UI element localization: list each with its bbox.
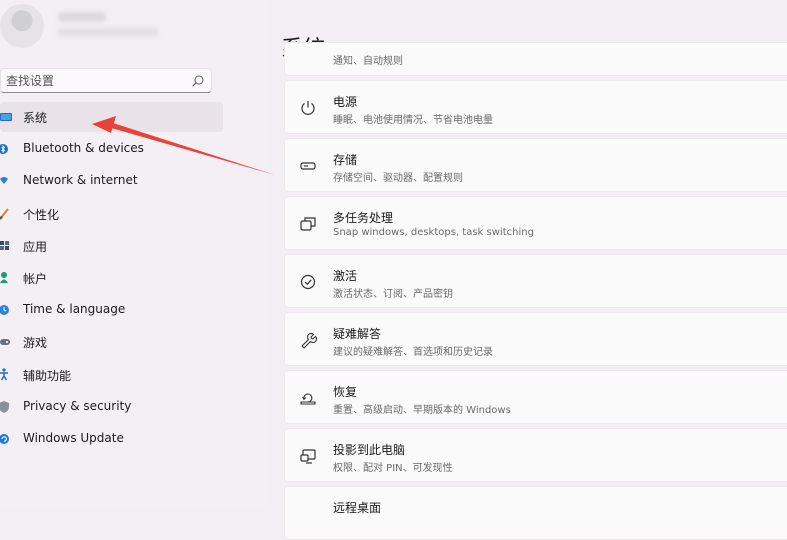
- card-subtitle: 建议的疑难解答、首选项和历史记录: [333, 347, 493, 358]
- sidebar-item-label: 辅助功能: [23, 368, 72, 383]
- card-title: 疑难解答: [333, 327, 382, 341]
- sidebar-item-label: Time & language: [23, 302, 126, 317]
- power-icon: [301, 101, 315, 115]
- card-title: 投影到此电脑: [333, 443, 406, 457]
- card-title: 电源: [333, 95, 358, 109]
- account-icon: [0, 271, 8, 283]
- navigation-pane: 系统 Bluetooth & devices Network & interne…: [0, 0, 268, 506]
- card-subtitle: 权限、配对 PIN、可发现性: [333, 463, 453, 474]
- search-icon[interactable]: [191, 74, 205, 88]
- sidebar-item-label: 个性化: [23, 207, 60, 222]
- sidebar-nav: 系统 Bluetooth & devices Network & interne…: [0, 102, 223, 456]
- card-subtitle: 通知、自动规则: [333, 56, 403, 67]
- apps-icon: [0, 240, 9, 250]
- sidebar-item-label: Windows Update: [23, 430, 124, 445]
- card-title: 远程桌面: [333, 501, 382, 515]
- brush-icon: [0, 207, 9, 220]
- avatar[interactable]: [0, 4, 44, 48]
- bluetooth-icon: [0, 144, 8, 155]
- sidebar-item-label: 帐户: [23, 271, 48, 286]
- sidebar-item-accounts[interactable]: 帐户: [0, 263, 223, 293]
- wifi-icon: [0, 177, 8, 185]
- projection-icon: [300, 449, 316, 464]
- search-box[interactable]: [0, 68, 212, 93]
- sidebar-item-network[interactable]: Network & internet: [0, 166, 223, 196]
- update-icon: [0, 433, 9, 444]
- settings-card-troubleshoot[interactable]: 疑难解答 建议的疑难解答、首选项和历史记录: [284, 312, 787, 366]
- sidebar-item-windows-update[interactable]: Windows Update: [0, 424, 223, 454]
- sidebar-item-label: Privacy & security: [23, 398, 132, 413]
- settings-card-storage[interactable]: 存储 存储空间、驱动器、配置规则: [284, 138, 787, 192]
- settings-card-recovery[interactable]: 恢复 重置、高级启动、早期版本的 Windows: [284, 370, 787, 424]
- user-name-blurred: [58, 12, 106, 22]
- sidebar-item-system[interactable]: 系统: [0, 102, 223, 132]
- settings-card-remote-desktop[interactable]: 远程桌面: [284, 486, 787, 540]
- sidebar-item-apps[interactable]: 应用: [0, 231, 223, 261]
- sidebar-item-label: 游戏: [23, 336, 48, 351]
- sidebar-item-label: 系统: [23, 111, 48, 125]
- card-subtitle: 重置、高级启动、早期版本的 Windows: [333, 405, 511, 416]
- card-title: 存储: [333, 153, 358, 167]
- card-title: 恢复: [333, 385, 358, 399]
- card-title: 激活: [333, 269, 358, 283]
- sidebar-item-label: Network & internet: [23, 173, 138, 188]
- sidebar-item-personalization[interactable]: 个性化: [0, 199, 223, 229]
- accessibility-icon: [0, 367, 8, 380]
- sidebar-item-label: Bluetooth & devices: [23, 141, 144, 156]
- sidebar-item-bluetooth[interactable]: Bluetooth & devices: [0, 134, 223, 164]
- activation-icon: [300, 274, 316, 290]
- settings-card-multitasking[interactable]: 多任务处理 Snap windows, desktops, task switc…: [284, 196, 787, 250]
- sidebar-item-accessibility[interactable]: 辅助功能: [0, 360, 223, 390]
- settings-card-activation[interactable]: 激活 激活状态、订阅、产品密钥: [284, 254, 787, 308]
- recovery-icon: [300, 393, 316, 405]
- settings-card-notifications[interactable]: 通知、自动规则: [284, 42, 787, 76]
- settings-card-power[interactable]: 电源 睡眠、电池使用情况、节省电池电量: [284, 80, 787, 134]
- wrench-icon: [301, 332, 317, 349]
- gamepad-icon: [0, 339, 10, 346]
- sidebar-item-gaming[interactable]: 游戏: [0, 327, 223, 357]
- sidebar-item-label: 应用: [23, 239, 48, 254]
- globe-clock-icon: [0, 305, 9, 316]
- storage-icon: [300, 162, 316, 170]
- card-subtitle: 存储空间、驱动器、配置规则: [333, 173, 463, 184]
- card-subtitle: 睡眠、电池使用情况、节省电池电量: [333, 115, 493, 126]
- settings-card-projection[interactable]: 投影到此电脑 权限、配对 PIN、可发现性: [284, 428, 787, 482]
- card-subtitle: 激活状态、订阅、产品密钥: [333, 289, 453, 300]
- user-email-blurred: [58, 28, 158, 36]
- system-icon: [0, 113, 12, 121]
- card-subtitle: Snap windows, desktops, task switching: [333, 227, 534, 238]
- card-title: 多任务处理: [333, 211, 394, 225]
- shield-icon: [0, 400, 9, 413]
- search-input[interactable]: [6, 72, 186, 90]
- sidebar-item-privacy[interactable]: Privacy & security: [0, 392, 223, 422]
- multitasking-icon: [300, 217, 316, 231]
- sidebar-item-time-language[interactable]: Time & language: [0, 295, 223, 325]
